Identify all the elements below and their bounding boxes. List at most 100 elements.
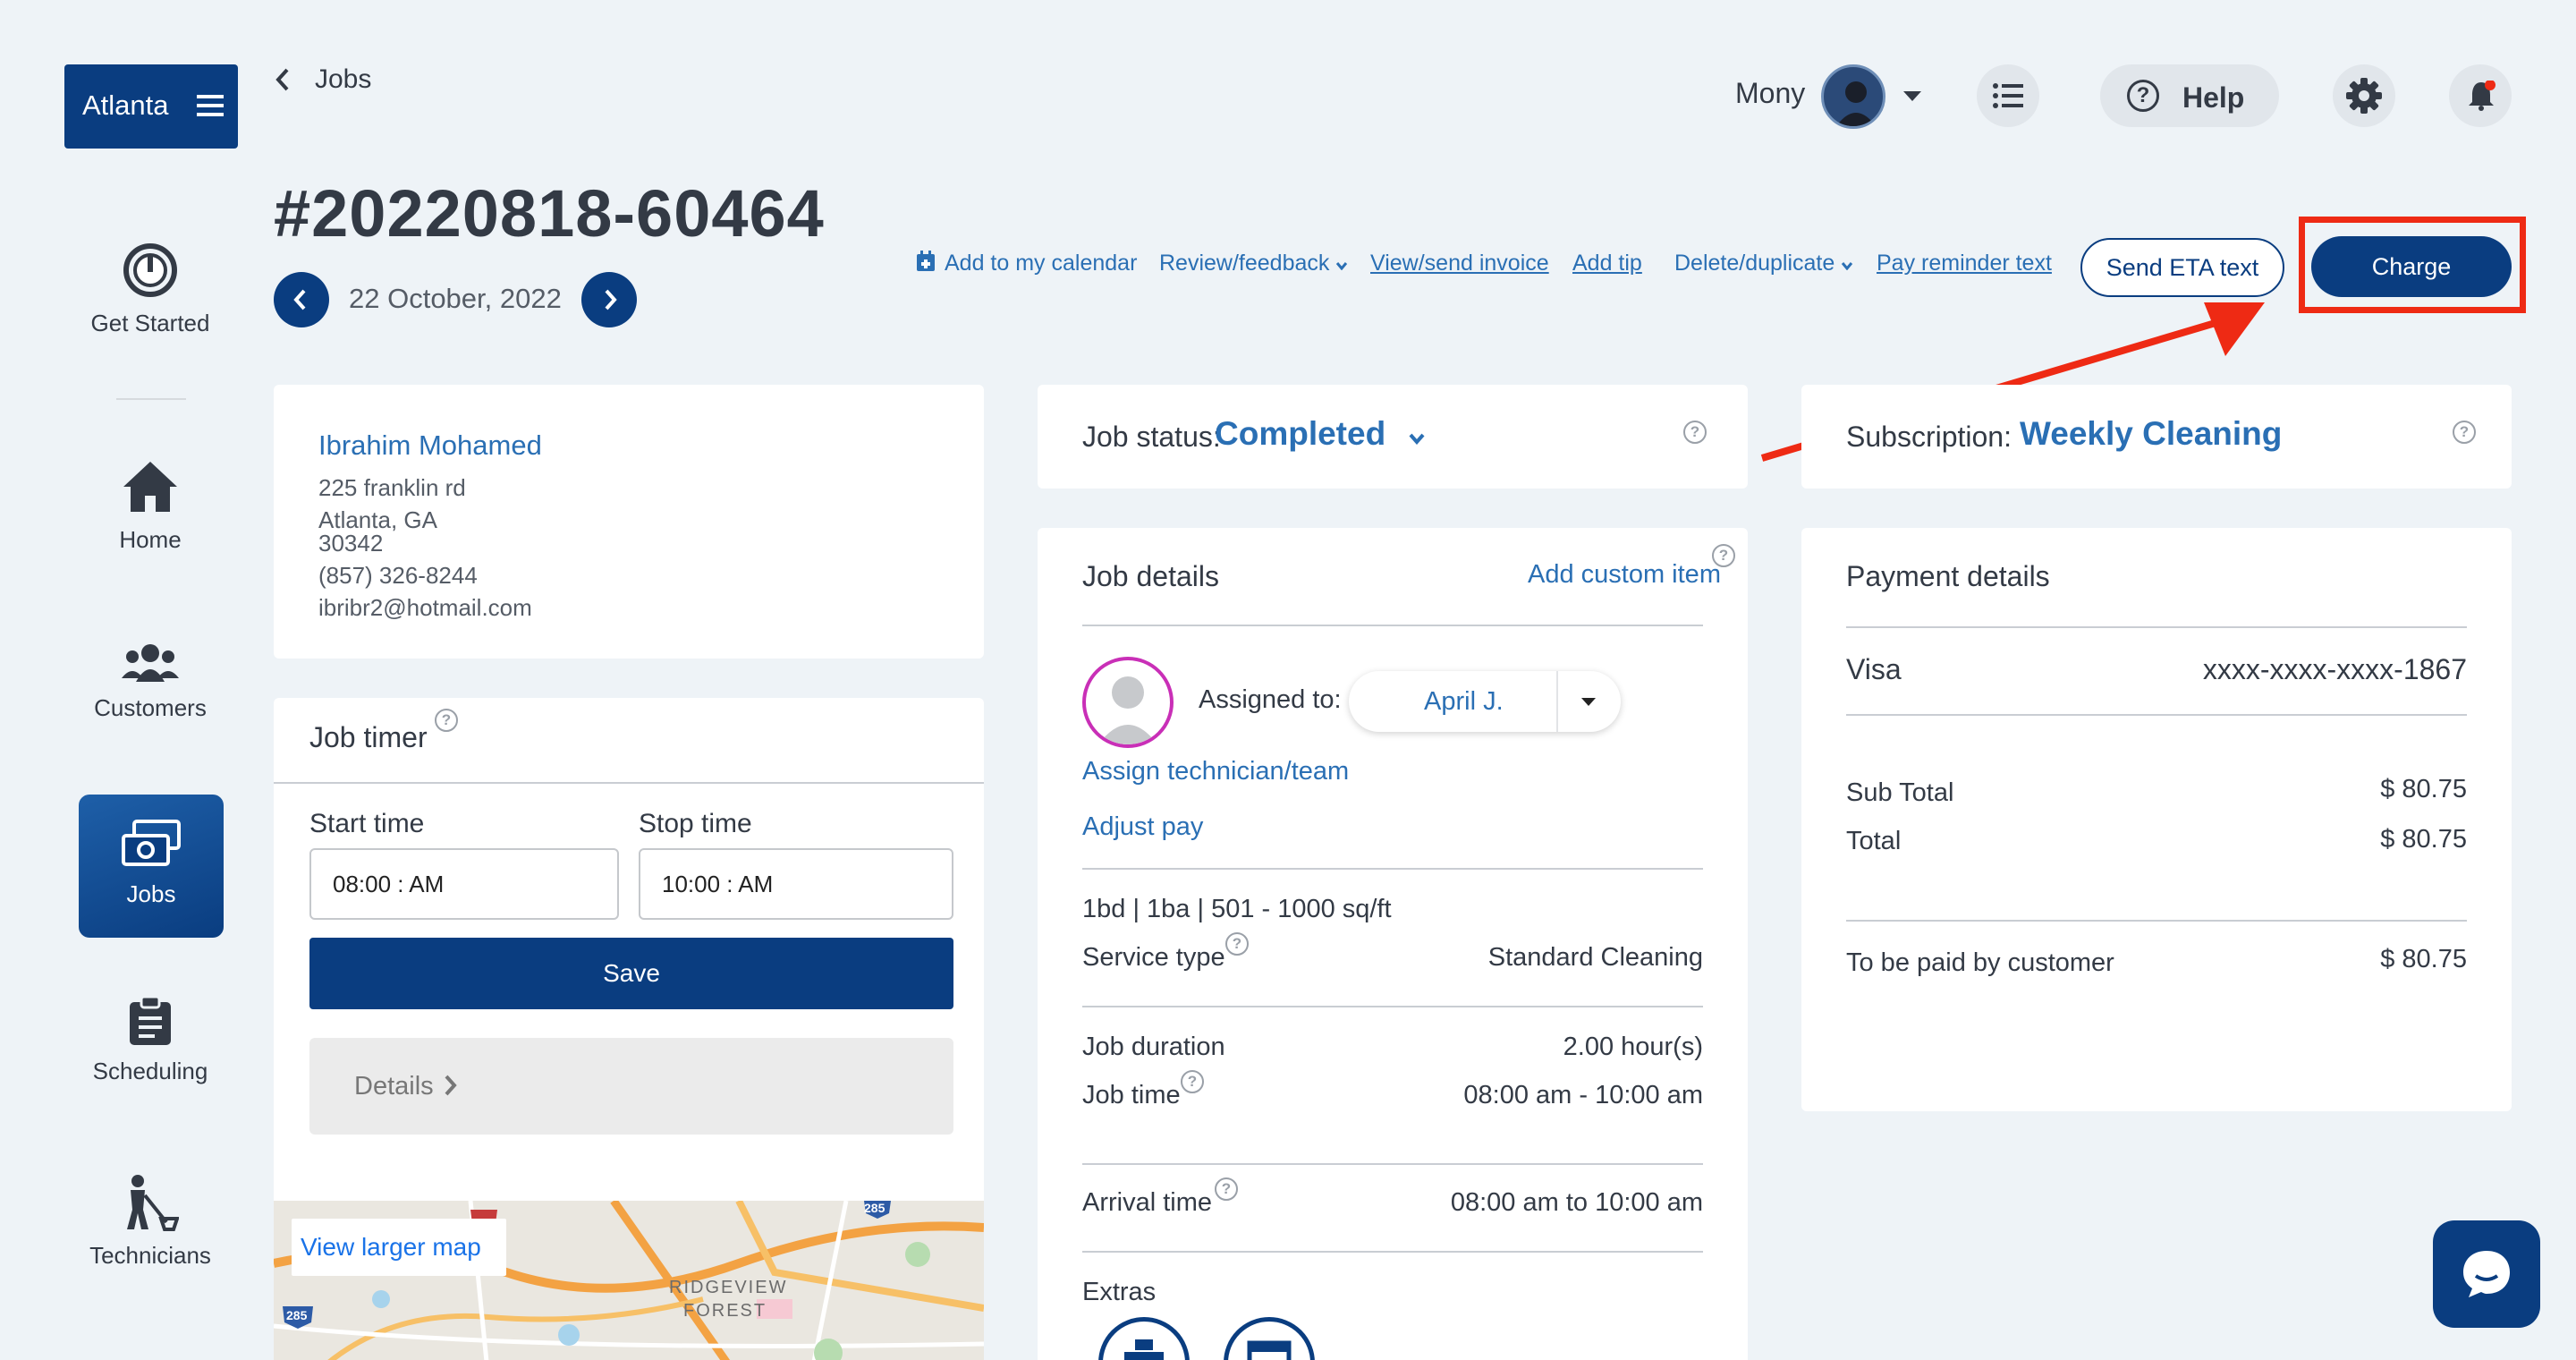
subtotal-value: $ 80.75 bbox=[2380, 775, 2467, 803]
sidebar-item-label: Get Started bbox=[90, 310, 210, 336]
assigned-technician-select[interactable]: April J. bbox=[1349, 671, 1621, 732]
help-icon[interactable]: ? bbox=[1712, 544, 1735, 567]
job-timer-card: Job timer ? Start time Stop time 08:00 :… bbox=[274, 698, 984, 1360]
adjust-pay-link[interactable]: Adjust pay bbox=[1082, 812, 1203, 842]
list-view-button[interactable] bbox=[1977, 64, 2039, 127]
stop-time-label: Stop time bbox=[639, 809, 752, 838]
sidebar-item-home[interactable]: Home bbox=[79, 458, 222, 554]
help-label: Help bbox=[2182, 81, 2245, 114]
job-status-dropdown[interactable]: Completed bbox=[1215, 415, 1426, 455]
subscription-card: Subscription: Weekly Cleaning ? bbox=[1801, 385, 2512, 489]
customer-zip: 30342 bbox=[318, 530, 384, 557]
user-name: Mony bbox=[1735, 77, 1806, 109]
divider bbox=[1846, 714, 2467, 716]
sidebar-item-technicians[interactable]: Technicians bbox=[79, 1174, 222, 1270]
help-button[interactable]: ? Help bbox=[2100, 64, 2279, 127]
map-shield-label: 285 bbox=[864, 1201, 886, 1215]
add-custom-item-link[interactable]: Add custom item bbox=[1528, 560, 1721, 590]
assign-technician-link[interactable]: Assign technician/team bbox=[1082, 757, 1349, 786]
pay-reminder-link[interactable]: Pay reminder text bbox=[1877, 251, 2052, 276]
job-details-title: Job details bbox=[1082, 560, 1219, 592]
extra-item-cabinet-icon[interactable] bbox=[1224, 1317, 1315, 1360]
hamburger-icon bbox=[197, 93, 224, 123]
location-menu-button[interactable]: Atlanta bbox=[64, 64, 238, 149]
chevron-down-icon bbox=[1842, 262, 1853, 271]
sidebar-item-get-started[interactable]: Get Started bbox=[79, 242, 222, 337]
money-icon bbox=[122, 820, 181, 866]
add-to-calendar-label: Add to my calendar bbox=[945, 251, 1138, 276]
subtotal-label: Sub Total bbox=[1846, 778, 1954, 807]
subscription-label: Subscription: bbox=[1846, 421, 2012, 453]
next-date-button[interactable] bbox=[581, 272, 637, 327]
extras-label: Extras bbox=[1082, 1278, 1157, 1306]
power-icon bbox=[123, 243, 177, 297]
job-status-label: Job status: bbox=[1082, 421, 1221, 453]
review-feedback-dropdown[interactable]: Review/feedback bbox=[1159, 251, 1348, 276]
chat-button[interactable] bbox=[2433, 1220, 2540, 1328]
location-map[interactable]: 285 285 RIDGEVIEW FOREST View larger map bbox=[274, 1201, 984, 1360]
total-value: $ 80.75 bbox=[2380, 825, 2467, 854]
subscription-value[interactable]: Weekly Cleaning bbox=[2020, 415, 2282, 453]
chat-bubble-icon bbox=[2463, 1251, 2510, 1297]
chevron-down-icon bbox=[1409, 433, 1425, 446]
sidebar-item-label: Scheduling bbox=[92, 1058, 208, 1084]
view-larger-map-link[interactable]: View larger map bbox=[292, 1219, 506, 1276]
list-icon bbox=[1993, 83, 2023, 108]
chevron-left-icon bbox=[274, 66, 292, 98]
notifications-button[interactable] bbox=[2449, 64, 2512, 127]
chevron-down-icon[interactable] bbox=[1902, 89, 1923, 108]
help-icon[interactable]: ? bbox=[1225, 932, 1249, 956]
stop-time-input[interactable]: 10:00 : AM bbox=[639, 848, 953, 920]
arrival-time-label: Arrival time bbox=[1082, 1188, 1213, 1217]
customer-phone: (857) 326-8244 bbox=[318, 562, 478, 589]
previous-date-button[interactable] bbox=[274, 272, 329, 327]
extra-item-oven-icon[interactable] bbox=[1098, 1317, 1190, 1360]
job-timer-title: Job timer bbox=[309, 721, 428, 753]
view-send-invoice-link[interactable]: View/send invoice bbox=[1370, 251, 1549, 276]
review-feedback-label: Review/feedback bbox=[1159, 251, 1330, 276]
caret-down-icon bbox=[1581, 698, 1596, 706]
view-larger-map-label: View larger map bbox=[301, 1233, 481, 1261]
clipboard-icon bbox=[130, 997, 171, 1045]
start-time-label: Start time bbox=[309, 809, 425, 838]
card-number: xxxx-xxxx-xxxx-1867 bbox=[2202, 653, 2467, 685]
sidebar-item-scheduling[interactable]: Scheduling bbox=[79, 997, 222, 1085]
customer-card: Ibrahim Mohamed 225 franklin rd Atlanta,… bbox=[274, 385, 984, 659]
divider bbox=[1556, 671, 1558, 732]
divider bbox=[1082, 1163, 1703, 1165]
help-icon[interactable]: ? bbox=[2453, 421, 2476, 444]
customer-email: ibribr2@hotmail.com bbox=[318, 594, 532, 621]
home-icon bbox=[123, 462, 177, 512]
settings-button[interactable] bbox=[2333, 64, 2395, 127]
map-area-label: RIDGEVIEW bbox=[669, 1278, 788, 1297]
chevron-down-icon bbox=[1336, 262, 1348, 271]
calendar-plus-icon bbox=[917, 251, 935, 271]
sidebar-item-label: Technicians bbox=[89, 1242, 211, 1269]
sidebar-divider bbox=[116, 398, 186, 400]
assigned-to-label: Assigned to: bbox=[1199, 685, 1342, 714]
divider bbox=[1846, 626, 2467, 628]
chevron-right-icon bbox=[605, 289, 617, 310]
sidebar-item-customers[interactable]: Customers bbox=[79, 642, 222, 722]
help-icon[interactable]: ? bbox=[1683, 421, 1707, 444]
customer-name[interactable]: Ibrahim Mohamed bbox=[318, 429, 542, 462]
card-type: Visa bbox=[1846, 653, 1902, 685]
map-area-label: FOREST bbox=[683, 1301, 767, 1321]
payment-details-title: Payment details bbox=[1846, 560, 2050, 592]
job-status-card: Job status: Completed ? bbox=[1038, 385, 1748, 489]
start-time-input[interactable]: 08:00 : AM bbox=[309, 848, 619, 920]
assigned-technician-value: April J. bbox=[1424, 687, 1504, 716]
delete-duplicate-dropdown[interactable]: Delete/duplicate bbox=[1674, 251, 1853, 276]
save-button[interactable]: Save bbox=[309, 938, 953, 1009]
help-icon[interactable]: ? bbox=[1181, 1070, 1204, 1093]
add-tip-link[interactable]: Add tip bbox=[1572, 251, 1642, 276]
save-label: Save bbox=[603, 959, 660, 987]
details-expander[interactable]: Details bbox=[309, 1038, 953, 1135]
job-details-card: Job details Add custom item ? Assigned t… bbox=[1038, 528, 1748, 1360]
sidebar-item-jobs[interactable]: Jobs bbox=[79, 795, 224, 938]
help-icon[interactable]: ? bbox=[435, 709, 458, 732]
job-date: 22 October, 2022 bbox=[349, 283, 562, 314]
avatar[interactable] bbox=[1821, 64, 1885, 129]
service-type-label: Service type bbox=[1082, 943, 1225, 972]
help-icon[interactable]: ? bbox=[1215, 1177, 1238, 1201]
